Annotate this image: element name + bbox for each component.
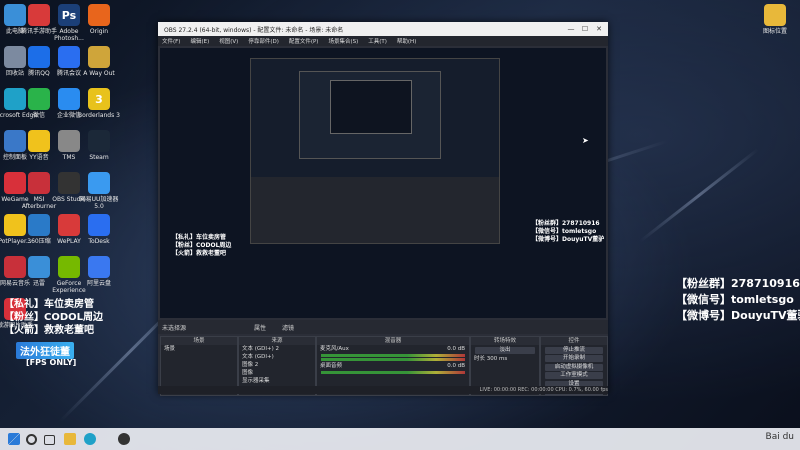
- desktop-icon-label: 迅雷: [32, 280, 45, 287]
- desktop-icon-label: 图标位置: [762, 28, 787, 35]
- weibo-text: 【微博号】DouyuTV董驴: [676, 309, 800, 322]
- source-toolbar: 未选择源 属性 滤镜: [158, 320, 608, 334]
- gift-line-1: 【私礼】车位卖房管: [4, 299, 94, 310]
- desktop-icon[interactable]: Origin: [76, 4, 122, 35]
- control-button[interactable]: 工作室模式: [545, 372, 603, 379]
- desktop-icon-folder[interactable]: 图标位置: [752, 4, 798, 35]
- stream-banner: 法外狂徒董: [16, 342, 74, 359]
- obs-window[interactable]: OBS 27.2.4 (64-bit, windows) - 配置文件: 未命名…: [158, 22, 608, 396]
- obs-menu-item[interactable]: 文件(F): [162, 37, 180, 45]
- filters-button[interactable]: 滤镜: [282, 323, 294, 332]
- app-icon: [88, 130, 110, 152]
- mic-meter-2: [321, 358, 465, 361]
- maximize-icon[interactable]: ☐: [578, 22, 592, 36]
- desktop-meter[interactable]: [321, 371, 465, 374]
- app-icon: 3: [88, 88, 110, 110]
- desktop-icon[interactable]: ToDesk: [76, 214, 122, 245]
- source-item[interactable]: 文本 (GDI+): [239, 353, 315, 361]
- mixer-channel-desktop: 桌面音频 0.0 dB: [320, 363, 465, 369]
- controls-header: 控件: [541, 337, 607, 345]
- baidu-watermark: Bai du: [765, 432, 794, 442]
- close-icon[interactable]: ✕: [592, 22, 606, 36]
- app-icon: [88, 46, 110, 68]
- desktop-icon-label: ToDesk: [88, 238, 110, 245]
- app-icon: [88, 4, 110, 26]
- edge-icon[interactable]: [84, 433, 96, 445]
- desktop-icon-label: Borderlands 3: [78, 112, 120, 119]
- obs-menu-item[interactable]: 工具(T): [368, 37, 387, 45]
- explorer-icon[interactable]: [64, 433, 76, 445]
- obs-menu-item[interactable]: 停靠部件(D): [248, 37, 279, 45]
- app-icon: [88, 172, 110, 194]
- transitions-header: 转场特效: [471, 337, 539, 345]
- desktop-icon[interactable]: 阿里云盘: [76, 256, 122, 287]
- obs-menu-item[interactable]: 视图(V): [219, 37, 238, 45]
- taskview-icon[interactable]: [44, 435, 55, 445]
- nested-preview-2: [299, 71, 441, 159]
- gift-line-2: 【粉丝】CODOL周边: [4, 312, 104, 323]
- source-item[interactable]: 显示器采集: [239, 377, 315, 385]
- desktop-icon-label: Steam: [89, 154, 109, 161]
- scene-item[interactable]: 场景: [161, 345, 237, 353]
- fps-label: [FPS ONLY]: [26, 358, 77, 367]
- cursor-icon: ➤: [582, 136, 589, 145]
- sources-header: 来源: [239, 337, 315, 345]
- nested-preview-1: [250, 58, 500, 244]
- obs-status-bar: LIVE: 00:00:00 REC: 00:00:00 CPU: 0.7%, …: [158, 386, 608, 394]
- obs-menu-item[interactable]: 编辑(E): [190, 37, 209, 45]
- fan-group-text: 【粉丝群】278710916: [676, 277, 800, 290]
- fan-info-overlay: 【粉丝群】278710916 【微信号】tomletsgo 【微博号】Douyu…: [676, 276, 800, 324]
- obs-menu-item[interactable]: 配置文件(P): [289, 37, 319, 45]
- desktop-icon-label: 网易UU加速器5.0: [79, 196, 119, 210]
- preview-overlay-left: 【私礼】车位卖房管 【粉丝】CODOL周边 【火箭】救救老董吧: [172, 234, 232, 257]
- windows-icon[interactable]: [8, 433, 20, 445]
- source-item[interactable]: 图像 2: [239, 361, 315, 369]
- wechat-text: 【微信号】tomletsgo: [676, 293, 794, 306]
- window-title: OBS 27.2.4 (64-bit, windows) - 配置文件: 未命名…: [164, 26, 344, 34]
- source-item[interactable]: 文本 (GDI+) 2: [239, 345, 315, 353]
- scenes-header: 场景: [161, 337, 237, 345]
- obs-preview[interactable]: 【粉丝群】278710916 【微信号】tomletsgo 【微博号】Douyu…: [160, 48, 606, 318]
- control-button[interactable]: 开始录制: [545, 355, 603, 362]
- source-item[interactable]: 图像: [239, 369, 315, 377]
- app-icon: [88, 214, 110, 236]
- control-button[interactable]: 停止推流: [545, 346, 603, 354]
- no-source-label: 未选择源: [162, 325, 187, 332]
- mic-meter[interactable]: [321, 354, 465, 357]
- desktop-icon[interactable]: 3 Borderlands 3: [76, 88, 122, 119]
- folder-icon: [764, 4, 786, 26]
- obs-menu-item[interactable]: 场景集合(S): [328, 37, 358, 45]
- desktop-icon-label: A Way Out: [83, 70, 115, 77]
- transition-type-select[interactable]: 淡出: [475, 346, 535, 354]
- preview-overlay-right: 【粉丝群】278710916 【微信号】tomletsgo 【微博号】Douyu…: [532, 220, 605, 243]
- banner-text: 法外狂徒董: [20, 347, 70, 358]
- desktop-icon-label: TMS: [62, 154, 76, 161]
- minimize-icon[interactable]: —: [564, 22, 578, 36]
- desktop-icon-label: 微信: [32, 112, 45, 119]
- properties-button[interactable]: 属性: [254, 323, 266, 332]
- obs-title-bar[interactable]: OBS 27.2.4 (64-bit, windows) - 配置文件: 未命名…: [158, 22, 608, 36]
- gift-line-3: 【火箭】救救老董吧: [4, 325, 94, 336]
- app-icon: [88, 256, 110, 278]
- mixer-header: 混音器: [317, 337, 469, 345]
- desktop-icon[interactable]: 网易UU加速器5.0: [76, 172, 122, 210]
- obs-menu-item[interactable]: 帮助(H): [397, 37, 416, 45]
- mixer-channel-mic: 麦克风/Aux 0.0 dB: [320, 346, 465, 352]
- transition-duration[interactable]: 时长 300 ms: [471, 355, 539, 363]
- desktop-icon-label: Origin: [89, 28, 109, 35]
- taskbar: Bai du: [0, 428, 800, 450]
- gift-info-overlay: 【私礼】车位卖房管 【粉丝】CODOL周边 【火箭】救救老董吧: [4, 298, 103, 337]
- desktop-icon[interactable]: A Way Out: [76, 46, 122, 77]
- obs-menu-bar: 文件(F) 编辑(E) 视图(V) 停靠部件(D) 配置文件(P) 场景集合(S) 工具(T…: [158, 36, 608, 46]
- desktop-icon[interactable]: Steam: [76, 130, 122, 161]
- search-icon[interactable]: [26, 434, 37, 445]
- desktop-icon-label: 阿里云盘: [86, 280, 111, 287]
- control-button[interactable]: 启动虚拟摄像机: [545, 363, 603, 371]
- obs-icon[interactable]: [118, 433, 130, 445]
